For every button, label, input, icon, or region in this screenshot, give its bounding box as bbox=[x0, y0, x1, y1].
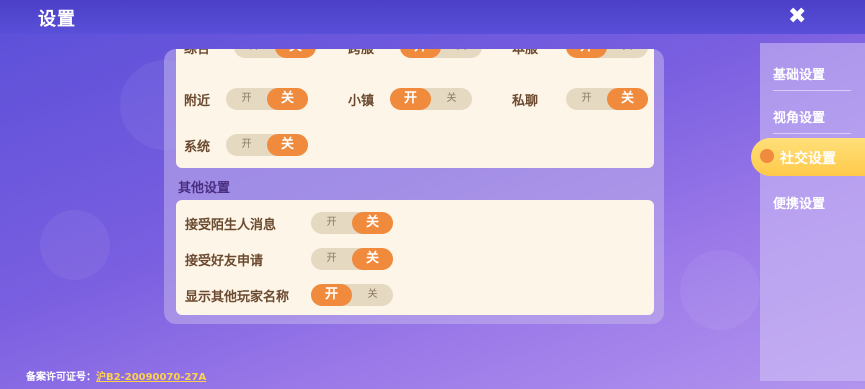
background-decoration bbox=[40, 210, 110, 280]
settings-sidebar: 基础设置 视角设置 便携设置 bbox=[760, 43, 865, 381]
background-decoration bbox=[680, 250, 760, 330]
toggle-label: 显示其他玩家名称 bbox=[185, 289, 290, 305]
toggle-off-option: 关 bbox=[367, 289, 378, 300]
social-toggle-card[interactable]: 综合 开 关 跨服 开 关 本服 开 关 附近 bbox=[176, 49, 654, 168]
close-icon[interactable]: ✖ bbox=[788, 4, 806, 29]
toggle-off-option: 关 bbox=[275, 49, 316, 58]
toggle-on-option: 开 bbox=[324, 287, 338, 302]
section-title-other: 其他设置 bbox=[178, 181, 231, 196]
toggle-off-option: 关 bbox=[446, 93, 457, 104]
toggle-switch[interactable]: 开 关 bbox=[226, 134, 308, 156]
toggle-label: 综合 bbox=[184, 49, 211, 57]
toggle-switch[interactable]: 开 关 bbox=[226, 88, 308, 110]
toggle-off-option: 关 bbox=[365, 215, 379, 230]
toggle-row-siliao: 私聊 开 关 bbox=[512, 88, 648, 110]
toggle-on-option: 开 bbox=[326, 217, 337, 228]
toggle-off-option: 关 bbox=[280, 91, 294, 106]
toggle-on-option: 开 bbox=[400, 49, 441, 58]
footer-license: 备案许可证号：沪B2-20090070-27A bbox=[26, 368, 206, 383]
page-title: 设置 bbox=[38, 9, 76, 30]
other-settings-card: 接受陌生人消息 开 关 接受好友申请 开 关 显示其他玩家名称 开 关 bbox=[176, 200, 654, 315]
toggle-label: 小镇 bbox=[348, 93, 375, 109]
toggle-switch[interactable]: 开 关 bbox=[311, 284, 393, 306]
license-label: 备案许可证号： bbox=[26, 372, 96, 383]
toggle-label: 接受好友申请 bbox=[185, 253, 264, 269]
toggle-on-option: 开 bbox=[403, 91, 417, 106]
toggle-switch[interactable]: 开 关 bbox=[234, 49, 316, 58]
sidebar-item-portable[interactable]: 便携设置 bbox=[773, 193, 865, 212]
sidebar-item-camera[interactable]: 视角设置 bbox=[773, 107, 865, 126]
toggle-label: 接受陌生人消息 bbox=[185, 217, 277, 233]
toggle-row-stranger-msg: 接受陌生人消息 开 关 bbox=[185, 212, 393, 234]
toggle-on-option: 开 bbox=[326, 253, 337, 264]
sidebar-item-label: 社交设置 bbox=[780, 151, 836, 167]
toggle-row-show-names: 显示其他玩家名称 开 关 bbox=[185, 284, 393, 306]
settings-panel: 综合 开 关 跨服 开 关 本服 开 关 附近 bbox=[164, 49, 664, 324]
toggle-switch[interactable]: 开 关 bbox=[311, 248, 393, 270]
toggle-off-option: 关 bbox=[607, 49, 648, 58]
toggle-label: 系统 bbox=[184, 139, 211, 155]
sidebar-item-basic[interactable]: 基础设置 bbox=[773, 64, 865, 83]
toggle-on-option: 开 bbox=[241, 139, 252, 150]
toggle-on-option: 开 bbox=[234, 49, 275, 58]
toggle-off-option: 关 bbox=[441, 49, 482, 58]
toggle-row-fujin: 附近 开 关 bbox=[184, 88, 308, 110]
toggle-row-kuafu: 跨服 开 关 bbox=[348, 49, 482, 58]
toggle-on-option: 开 bbox=[566, 49, 607, 58]
toggle-row-friend-request: 接受好友申请 开 关 bbox=[185, 248, 393, 270]
toggle-switch[interactable]: 开 关 bbox=[311, 212, 393, 234]
toggle-label: 附近 bbox=[184, 93, 211, 109]
toggle-off-option: 关 bbox=[620, 91, 634, 106]
social-icon bbox=[760, 149, 774, 163]
toggle-row-benfu: 本服 开 关 bbox=[512, 49, 648, 58]
toggle-row-xitong: 系统 开 关 bbox=[184, 134, 308, 156]
toggle-off-option: 关 bbox=[365, 251, 379, 266]
toggle-label: 跨服 bbox=[348, 49, 375, 57]
toggle-switch[interactable]: 开 关 bbox=[566, 49, 648, 58]
toggle-label: 私聊 bbox=[512, 93, 539, 109]
toggle-off-option: 关 bbox=[280, 137, 294, 152]
toggle-on-option: 开 bbox=[241, 93, 252, 104]
toggle-switch[interactable]: 开 关 bbox=[566, 88, 648, 110]
toggle-on-option: 开 bbox=[581, 93, 592, 104]
toggle-switch[interactable]: 开 关 bbox=[400, 49, 482, 58]
toggle-row-zonghe: 综合 开 关 bbox=[184, 49, 316, 58]
sidebar-divider bbox=[773, 133, 851, 134]
toggle-row-xiaozhen: 小镇 开 关 bbox=[348, 88, 472, 110]
sidebar-divider bbox=[773, 90, 851, 91]
license-link[interactable]: 沪B2-20090070-27A bbox=[96, 372, 206, 383]
sidebar-item-social[interactable]: 社交设置 bbox=[751, 138, 865, 176]
toggle-label: 本服 bbox=[512, 49, 539, 57]
top-bar: 设置 ✖ bbox=[0, 0, 865, 34]
toggle-switch[interactable]: 开 关 bbox=[390, 88, 472, 110]
